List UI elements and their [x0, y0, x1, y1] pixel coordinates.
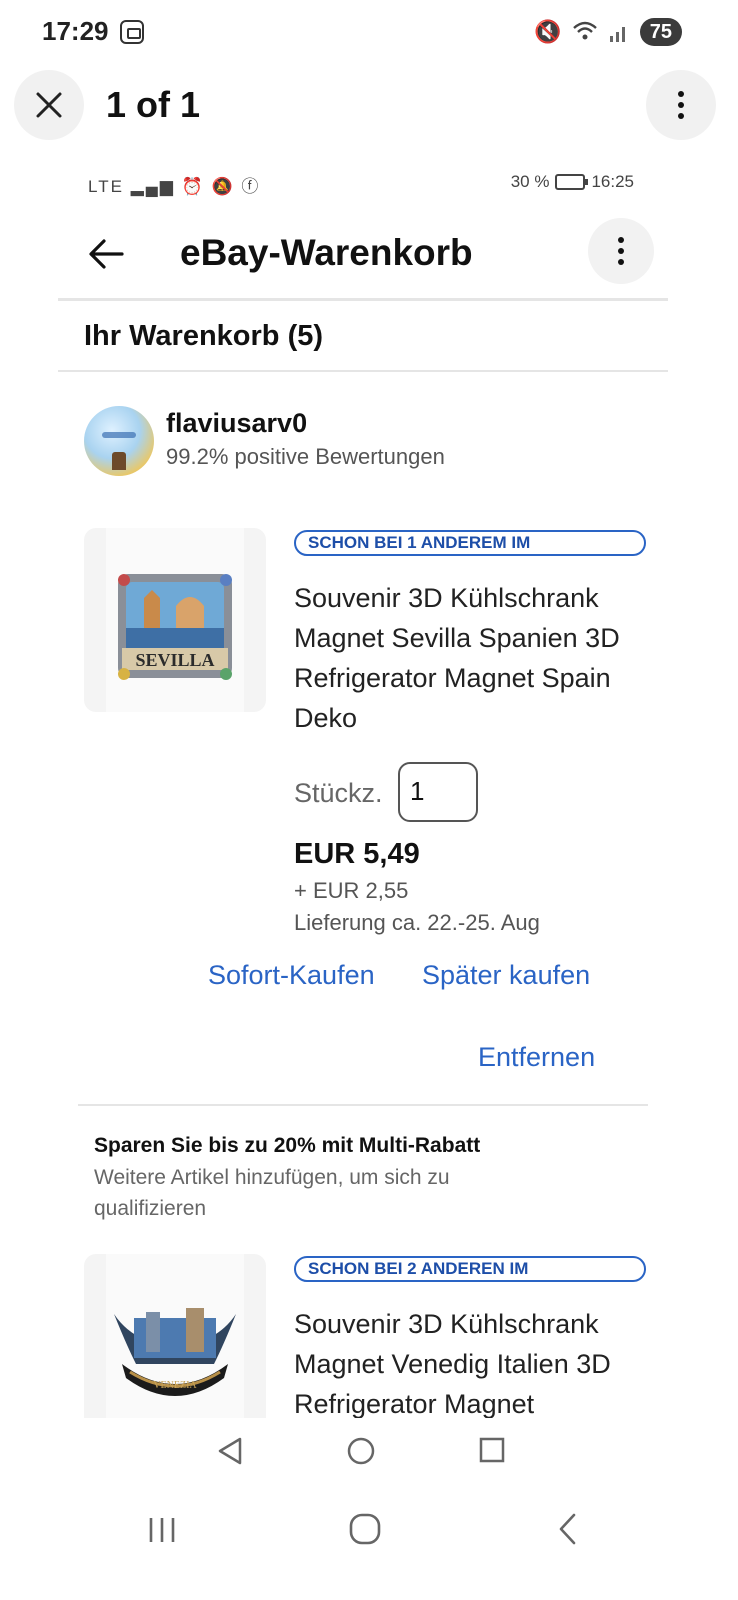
- inner-status-bar: LTE ▂▄▆ ⏰ 🔕 ⓕ 30 % 16:25: [58, 170, 668, 198]
- item-divider: [78, 1104, 648, 1106]
- back-arrow-icon[interactable]: [86, 234, 126, 274]
- mute-icon: 🔇: [534, 19, 562, 44]
- ebay-header: eBay-Warenkorb: [58, 218, 668, 294]
- promo-text: Weitere Artikel hinzufügen, um sich zu q…: [94, 1166, 450, 1220]
- more-vertical-icon: [678, 91, 684, 119]
- home-circle-icon[interactable]: [346, 1436, 376, 1466]
- viewer-title: 1 of 1: [106, 84, 201, 125]
- seller-info[interactable]: flaviusarv0 99.2% positive Bewertungen: [84, 406, 644, 476]
- seller-name[interactable]: flaviusarv0: [166, 408, 307, 439]
- back-chevron-icon[interactable]: [556, 1512, 580, 1546]
- item-photo: SEVILLA: [106, 528, 244, 712]
- save-for-later-link[interactable]: Später kaufen: [422, 960, 590, 991]
- screenshot-icon: [120, 20, 144, 44]
- close-icon: [36, 92, 62, 118]
- item-image-label: SEVILLA: [135, 650, 214, 670]
- seller-rating: 99.2% positive Bewertungen: [166, 444, 445, 469]
- status-time: 17:29: [42, 16, 109, 46]
- inner-status-left: LTE ▂▄▆ ⏰ 🔕 ⓕ: [88, 177, 261, 196]
- item-image-sevilla[interactable]: SEVILLA: [84, 528, 266, 712]
- venezia-magnet-graphic: VENEZIA: [114, 1308, 236, 1396]
- embedded-screenshot: LTE ▂▄▆ ⏰ 🔕 ⓕ 30 % 16:25 eBay-Warenkorb …: [58, 150, 668, 1418]
- item-image-venezia[interactable]: VENEZIA: [84, 1254, 266, 1418]
- back-triangle-icon[interactable]: [216, 1436, 244, 1466]
- header-divider: [58, 298, 668, 301]
- ebay-more-button[interactable]: [588, 218, 654, 284]
- seller-avatar: [84, 406, 154, 476]
- cart-divider: [58, 370, 668, 372]
- buy-now-link[interactable]: Sofort-Kaufen: [208, 960, 375, 991]
- wifi-icon: [572, 21, 597, 40]
- inner-time: 16:25: [591, 172, 634, 191]
- item-badge: SCHON BEI 2 ANDEREN IM: [294, 1256, 646, 1282]
- item-delivery: Lieferung ca. 22.-25. Aug: [294, 910, 540, 935]
- more-vertical-icon: [618, 237, 624, 265]
- more-options-button[interactable]: [646, 70, 716, 140]
- cart-title: Ihr Warenkorb (5): [84, 320, 324, 352]
- quantity-label: Stückz.: [294, 778, 383, 808]
- recents-lines-icon[interactable]: [146, 1514, 178, 1546]
- item-price: EUR 5,49: [294, 838, 420, 870]
- inner-battery-text: 30 %: [510, 172, 550, 191]
- quantity-field[interactable]: 1: [398, 762, 478, 822]
- item-photo: VENEZIA: [106, 1254, 244, 1418]
- promo-title: Sparen Sie bis zu 20% mit Multi-Rabatt: [94, 1134, 481, 1157]
- item-badge: SCHON BEI 1 ANDEREM IM: [294, 530, 646, 556]
- item-title[interactable]: Souvenir 3D Kühlschrank Magnet Sevilla S…: [294, 578, 654, 738]
- viewer-top-bar: 1 of 1: [0, 70, 738, 142]
- recents-square-icon[interactable]: [478, 1436, 506, 1464]
- inner-status-right: 30 % 16:25: [511, 172, 634, 192]
- inner-nav-bar: [58, 1418, 668, 1482]
- page-title: eBay-Warenkorb: [180, 232, 473, 273]
- close-button[interactable]: [14, 70, 84, 140]
- item-shipping: + EUR 2,55: [294, 878, 409, 903]
- status-icons: 🔇 75: [534, 18, 682, 46]
- remove-link[interactable]: Entfernen: [478, 1042, 595, 1073]
- battery-badge: 75: [639, 18, 682, 46]
- item-image-label: VENEZIA: [153, 1380, 197, 1391]
- outer-status-bar: 17:29 🔇 75: [0, 0, 738, 64]
- item-title[interactable]: Souvenir 3D Kühlschrank Magnet Venedig I…: [294, 1304, 654, 1418]
- outer-nav-bar: [0, 1496, 738, 1576]
- sevilla-magnet-graphic: SEVILLA: [118, 574, 232, 680]
- signal-icon: [609, 27, 625, 42]
- home-icon[interactable]: [348, 1512, 382, 1546]
- inner-battery-icon: [555, 174, 589, 190]
